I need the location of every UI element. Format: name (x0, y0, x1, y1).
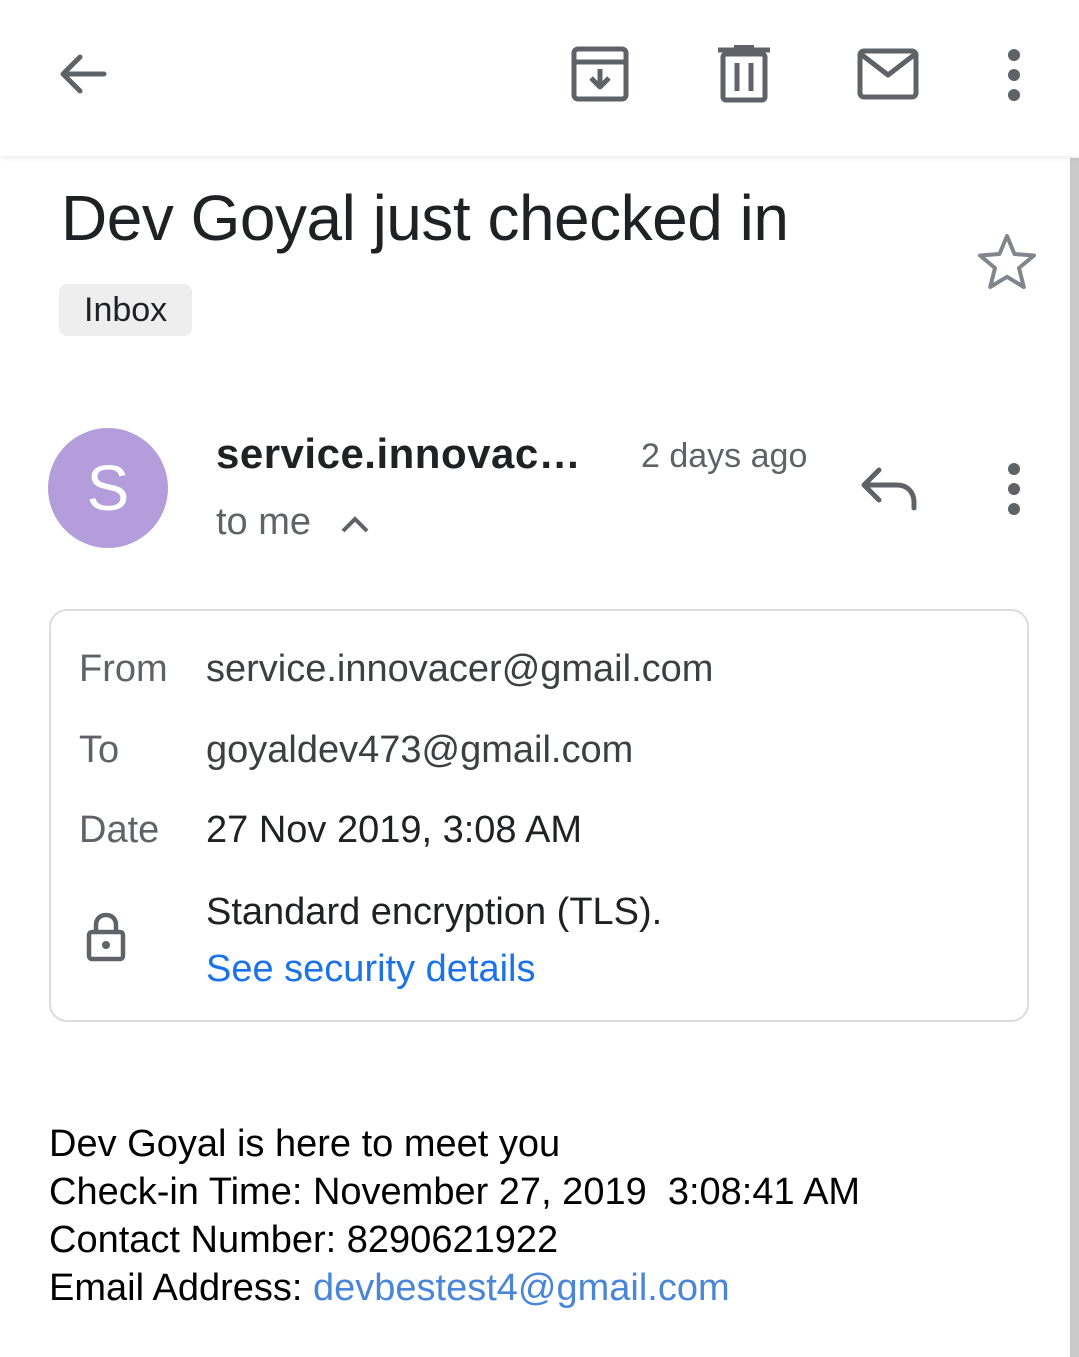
body-line-greeting: Dev Goyal is here to meet you (49, 1123, 561, 1165)
body-email-link[interactable]: devbestest4@gmail.com (313, 1267, 730, 1309)
recipients-toggle[interactable]: to me (216, 498, 370, 546)
lock-icon (86, 912, 126, 967)
inbox-label-chip[interactable]: Inbox (59, 284, 193, 336)
email-body: Dev Goyal is here to meet you Check-in Ti… (49, 1120, 860, 1312)
sender-avatar[interactable]: S (48, 428, 168, 548)
scrollbar[interactable] (1070, 158, 1079, 1357)
recipients-text: to me (216, 501, 312, 543)
reply-icon[interactable] (859, 464, 919, 517)
security-details-link[interactable]: See security details (206, 945, 536, 993)
body-line-contact: Contact Number: 8290621922 (49, 1219, 559, 1261)
message-time: 2 days ago (641, 437, 808, 475)
mail-icon[interactable] (857, 48, 919, 105)
from-label: From (79, 648, 168, 690)
to-label: To (79, 729, 120, 771)
more-vert-icon[interactable] (1004, 48, 1024, 107)
body-line-checkin: Check-in Time: November 27, 2019 3:08:41… (49, 1171, 861, 1213)
body-email-prefix: Email Address: (49, 1267, 313, 1309)
archive-icon[interactable] (570, 45, 630, 108)
to-value: goyaldev473@gmail.com (206, 729, 634, 771)
body-line-email: Email Address: devbestest4@gmail.com (49, 1264, 860, 1312)
chevron-up-icon (341, 516, 369, 533)
date-value: 27 Nov 2019, 3:08 AM (206, 809, 583, 851)
trash-icon[interactable] (716, 44, 772, 109)
encryption-text: Standard encryption (TLS). (206, 891, 663, 933)
sender-name: service.innovac… (216, 430, 582, 477)
date-label: Date (79, 809, 160, 851)
back-arrow-icon[interactable] (52, 44, 112, 109)
from-value: service.innovacer@gmail.com (206, 648, 714, 690)
star-icon[interactable] (976, 232, 1038, 297)
email-subject: Dev Goyal just checked in (61, 182, 789, 254)
message-more-vert-icon[interactable] (1004, 462, 1024, 521)
top-app-bar (0, 0, 1079, 156)
